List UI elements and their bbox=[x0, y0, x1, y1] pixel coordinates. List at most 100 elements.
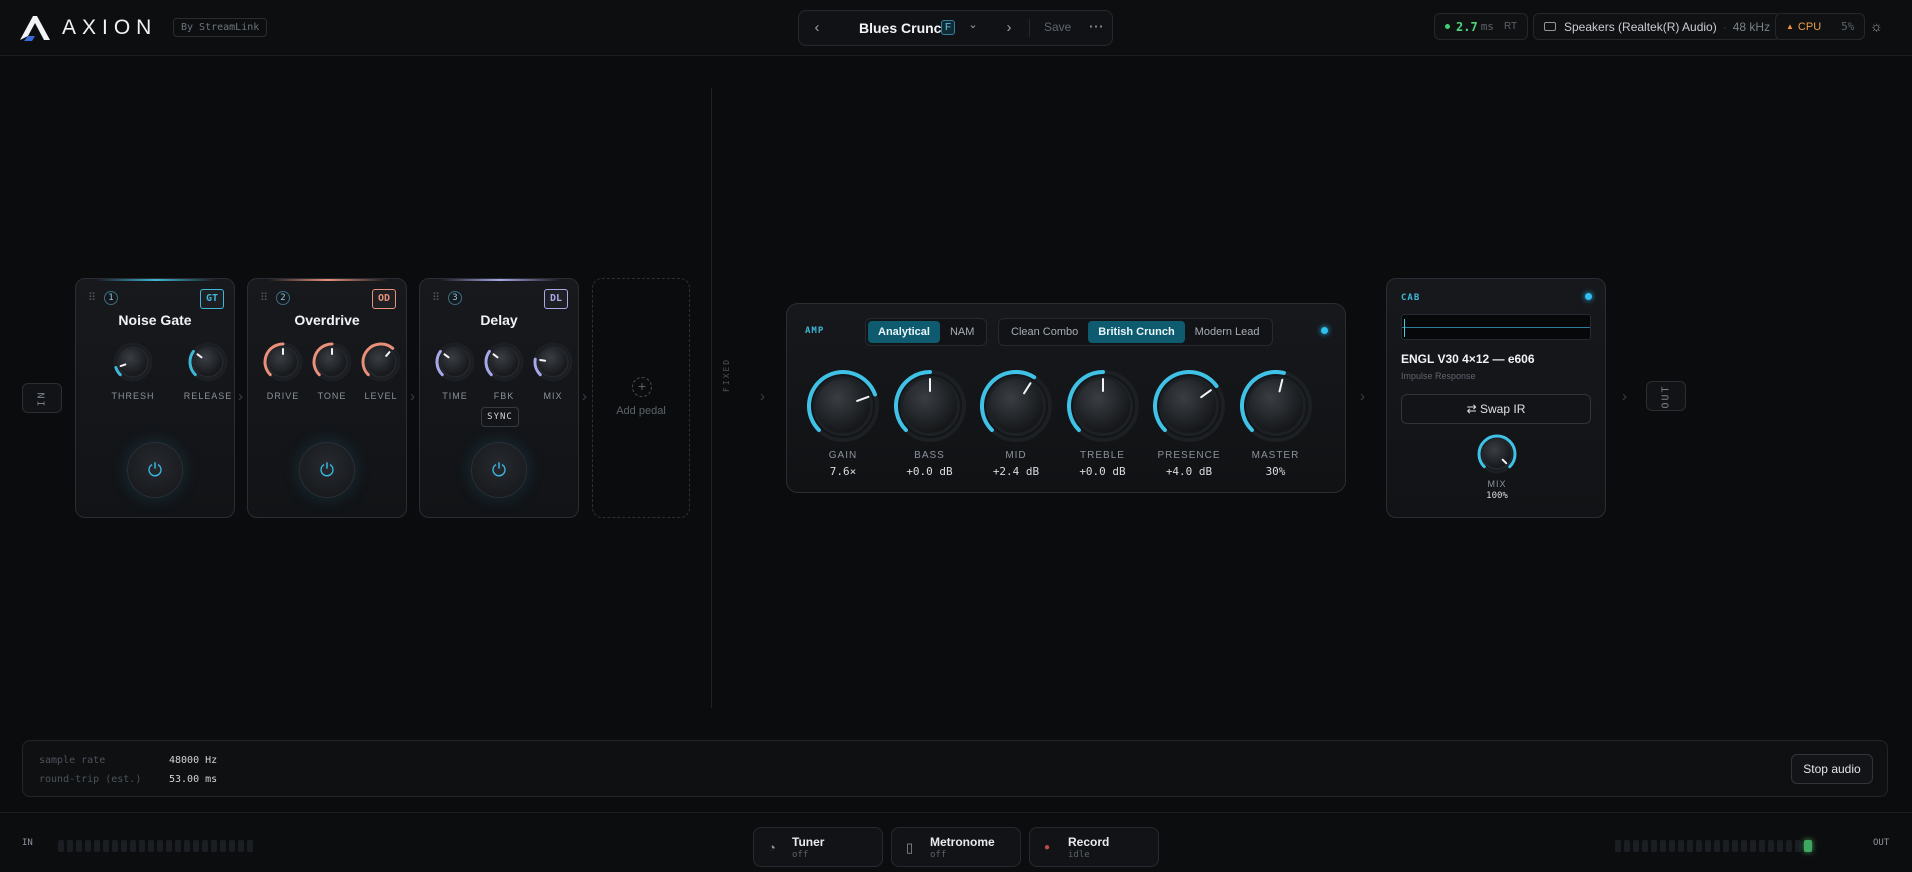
tool-tuner[interactable]: ◔ Tuner off bbox=[753, 827, 883, 867]
sync-button[interactable]: SYNC bbox=[481, 407, 519, 427]
preset-dropdown-chevron-icon[interactable]: ⌄ bbox=[961, 18, 985, 31]
amp-knob-mid[interactable] bbox=[980, 370, 1052, 442]
knob-fbk[interactable] bbox=[484, 342, 524, 382]
latency-dot-icon bbox=[1445, 24, 1450, 29]
drag-handle-icon[interactable]: ⠿ bbox=[432, 291, 440, 304]
meter-segment bbox=[220, 840, 226, 852]
amp-mode-nam[interactable]: NAM bbox=[940, 321, 984, 343]
tuner-gauge-icon: ◔ bbox=[768, 840, 776, 855]
top-bar: AXION By StreamLink ‹ Blues Crunch F ⌄ ›… bbox=[0, 0, 1912, 56]
bypass-footswitch[interactable]: ⏻ bbox=[471, 442, 527, 498]
latency-mode: RT bbox=[1503, 21, 1518, 32]
meter-segment bbox=[76, 840, 82, 852]
amp-knob-value: 7.6× bbox=[829, 465, 857, 478]
knob-release[interactable] bbox=[188, 342, 228, 382]
knob-thresh[interactable] bbox=[113, 342, 153, 382]
speaker-icon bbox=[1544, 22, 1556, 31]
meter-segment bbox=[1732, 840, 1738, 852]
bypass-footswitch[interactable]: ⏻ bbox=[299, 442, 355, 498]
knob-tone[interactable] bbox=[312, 342, 352, 382]
cpu-warning-icon: ▲ bbox=[1786, 22, 1794, 31]
tool-metronome[interactable]: ▯ Metronome off bbox=[891, 827, 1021, 867]
power-icon: ⏻ bbox=[319, 459, 335, 480]
tool-record[interactable]: ● Record idle bbox=[1029, 827, 1159, 867]
add-plus-icon: + bbox=[632, 377, 652, 397]
drag-handle-icon[interactable]: ⠿ bbox=[260, 291, 268, 304]
amp-model-clean-combo[interactable]: Clean Combo bbox=[1001, 321, 1088, 343]
amp-knob-value: +4.0 dB bbox=[1165, 465, 1213, 478]
swap-arrows-icon: ⇄ bbox=[1466, 402, 1477, 416]
tool-status: off bbox=[930, 850, 947, 860]
prev-preset-button[interactable]: ‹ bbox=[805, 19, 829, 36]
pedal-type-tag: GT bbox=[199, 289, 224, 309]
add-pedal-slot[interactable]: + Add pedal bbox=[592, 278, 690, 518]
amp-knob-presence[interactable] bbox=[1153, 370, 1225, 442]
cpu-status: ▲ CPU 5% bbox=[1775, 13, 1866, 40]
meter-segment bbox=[139, 840, 145, 852]
ir-waveform bbox=[1401, 314, 1591, 340]
audio-info-panel: sample rate 48000 Hz round-trip (est.) 53.0… bbox=[22, 740, 1888, 797]
next-preset-button[interactable]: › bbox=[997, 19, 1021, 36]
amp-mode-analytical[interactable]: Analytical bbox=[868, 321, 940, 343]
cab-mix-dial[interactable] bbox=[1477, 434, 1517, 474]
audio-device-selector[interactable]: Speakers (Realtek(R) Audio) · 48 kHz bbox=[1533, 13, 1782, 40]
cpu-label: CPU bbox=[1797, 20, 1822, 33]
pedal-title: Overdrive bbox=[294, 312, 360, 328]
meter-segment bbox=[193, 840, 199, 852]
axion-logo-icon bbox=[20, 16, 50, 41]
meter-segment bbox=[1750, 840, 1756, 852]
meter-segment bbox=[1777, 840, 1783, 852]
ir-name: ENGL V30 4×12 — e606 bbox=[1401, 352, 1535, 366]
meter-segment bbox=[94, 840, 100, 852]
input-meter-label: IN bbox=[22, 838, 33, 848]
amp-knob-label: PRESENCE bbox=[1157, 450, 1221, 461]
drag-handle-icon[interactable]: ⠿ bbox=[88, 291, 96, 304]
amp-knob-master[interactable] bbox=[1239, 370, 1312, 442]
amp-active-led bbox=[1321, 327, 1328, 334]
tool-label: Tuner bbox=[792, 835, 825, 849]
output-port-label: OUT bbox=[1660, 383, 1672, 409]
meter-segment bbox=[103, 840, 109, 852]
cab-label: CAB bbox=[1401, 293, 1421, 303]
amp-knob-gain[interactable] bbox=[807, 370, 879, 442]
pedal-index-badge: 3 bbox=[448, 291, 462, 305]
meter-segment bbox=[184, 840, 190, 852]
knob-level[interactable] bbox=[361, 342, 401, 382]
knob-drive[interactable] bbox=[263, 342, 303, 382]
settings-gear-icon[interactable]: ☼ bbox=[1870, 18, 1883, 34]
pedal-delay[interactable]: ⠿ 3 DL Delay TIME FBK MIX SYNC ⏻ bbox=[419, 278, 579, 518]
chain-arrow-icon: › bbox=[410, 388, 415, 405]
cab-module: CAB ENGL V30 4×12 — e606 Impulse Respons… bbox=[1386, 278, 1606, 518]
input-port-label: IN bbox=[36, 389, 48, 407]
tool-label: Record bbox=[1068, 835, 1110, 849]
amp-model-british-crunch[interactable]: British Crunch bbox=[1088, 321, 1185, 343]
amp-knob-bass[interactable] bbox=[893, 370, 966, 442]
amp-knob-row: GAIN 7.6× BASS +0.0 dB MID +2.4 dB TREBLE +0.0 … bbox=[787, 364, 1347, 484]
pedal-type-tag: OD bbox=[371, 289, 396, 309]
knob-time[interactable] bbox=[435, 342, 475, 382]
swap-ir-button[interactable]: ⇄ Swap IR bbox=[1401, 394, 1591, 424]
pedal-overdrive[interactable]: ⠿ 2 OD Overdrive DRIVE TONE LEVEL ⏻ bbox=[247, 278, 407, 518]
save-button[interactable]: Save bbox=[1044, 20, 1071, 34]
pedal-noise-gate[interactable]: ⠿ 1 GT Noise Gate THRESH RELEASE ⏻ bbox=[75, 278, 235, 518]
amp-knob-treble[interactable] bbox=[1066, 370, 1139, 442]
fixed-section-label: FIXED bbox=[722, 357, 731, 392]
meter-segment bbox=[1669, 840, 1675, 852]
more-options-icon[interactable]: ⋯ bbox=[1084, 17, 1108, 35]
tool-label: Metronome bbox=[930, 835, 995, 849]
knob-mix[interactable] bbox=[533, 342, 573, 382]
preset-name[interactable]: Blues Crunch bbox=[859, 20, 950, 36]
amp-model-modern-lead[interactable]: Modern Lead bbox=[1185, 321, 1270, 343]
footer-bar: IN ◔ Tuner off ▯ Metronome off ● Record idle OUT bbox=[0, 812, 1912, 872]
info-value: 53.00 ms bbox=[169, 774, 218, 785]
stop-audio-button[interactable]: Stop audio bbox=[1791, 754, 1873, 784]
meter-segment bbox=[1678, 840, 1684, 852]
swap-ir-label: Swap IR bbox=[1480, 402, 1526, 416]
bypass-footswitch[interactable]: ⏻ bbox=[127, 442, 183, 498]
info-key: round-trip (est.) bbox=[39, 774, 142, 785]
amp-model-selector: Clean Combo British Crunch Modern Lead bbox=[998, 318, 1273, 346]
meter-segment bbox=[121, 840, 127, 852]
meter-segment bbox=[1786, 840, 1792, 852]
device-sample-rate: 48 kHz bbox=[1732, 19, 1771, 34]
ir-subtitle: Impulse Response bbox=[1401, 371, 1476, 381]
